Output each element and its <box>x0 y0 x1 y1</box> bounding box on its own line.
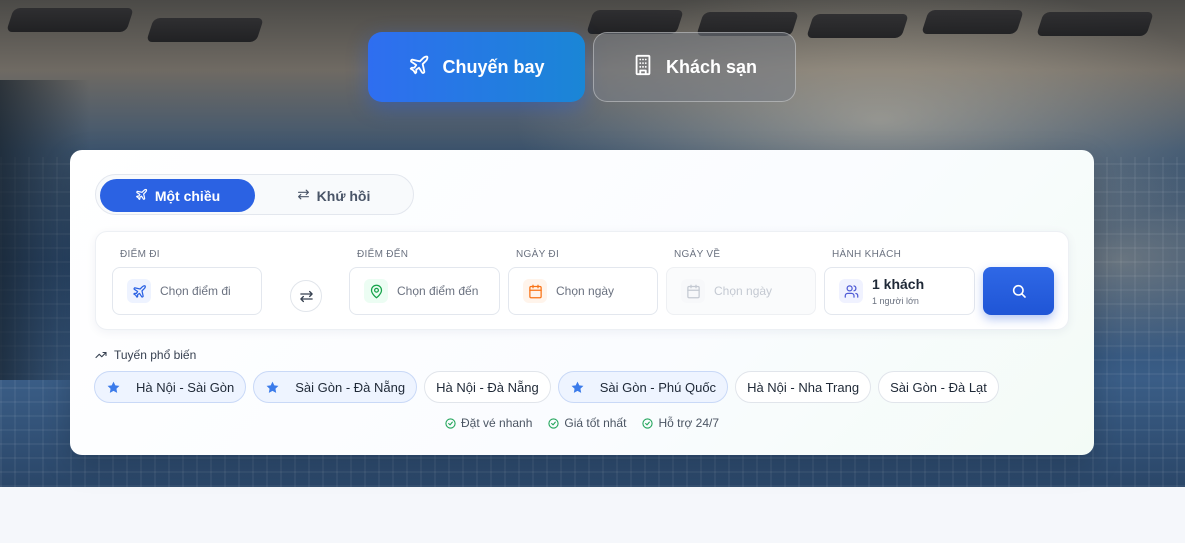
depart-date-field[interactable]: Chọn ngày <box>508 267 658 315</box>
popular-routes-list: Hà Nội - Sài Gòn Sài Gòn - Đà Nẵng Hà Nộ… <box>94 371 999 403</box>
feature-item: Đặt vé nhanh <box>445 416 532 430</box>
pool-lounger <box>921 10 1024 34</box>
tab-hotel[interactable]: Khách sạn <box>593 32 796 102</box>
popular-routes-heading: Tuyến phổ biến <box>95 348 196 362</box>
plane-icon <box>408 54 430 81</box>
one-way-label: Một chiều <box>154 187 221 204</box>
one-way-button[interactable]: Một chiều <box>100 179 255 212</box>
route-label: Sài Gòn - Đà Nẵng <box>295 379 406 395</box>
route-chip[interactable]: Sài Gòn - Đà Nẵng <box>253 371 418 403</box>
return-date-placeholder: Chọn ngày <box>714 284 773 298</box>
users-icon <box>839 279 863 303</box>
flight-search-card: Một chiều Khứ hồi ĐIỂM ĐI Chọn điểm đi Đ… <box>70 150 1094 455</box>
feature-label: Giá tốt nhất <box>564 416 627 430</box>
star-icon <box>570 380 592 395</box>
plane-icon <box>135 188 148 204</box>
origin-label: ĐIỂM ĐI <box>120 249 160 260</box>
tab-flight-label: Chuyến bay <box>442 56 545 77</box>
trip-type-toggle: Một chiều Khứ hồi <box>95 174 414 215</box>
pool-lounger <box>1036 12 1154 36</box>
passengers-label: HÀNH KHÁCH <box>832 249 902 260</box>
route-label: Hà Nội - Nha Trang <box>747 379 860 395</box>
calendar-icon <box>523 279 547 303</box>
star-icon <box>106 380 128 395</box>
pool-lounger <box>586 10 684 34</box>
feature-item: Giá tốt nhất <box>548 416 626 430</box>
route-label: Hà Nội - Sài Gòn <box>136 379 235 395</box>
building-icon <box>632 54 654 81</box>
route-chip[interactable]: Hà Nội - Sài Gòn <box>94 371 247 403</box>
destination-field[interactable]: Chọn điểm đến <box>349 267 500 315</box>
feature-item: Hỗ trợ 24/7 <box>642 416 719 430</box>
pool-lounger <box>146 18 264 42</box>
popular-routes-title: Tuyến phổ biến <box>114 348 197 362</box>
origin-placeholder: Chọn điểm đi <box>160 284 231 298</box>
check-circle-icon <box>642 417 654 429</box>
depart-date-placeholder: Chọn ngày <box>556 284 615 298</box>
swap-locations-button[interactable] <box>290 280 322 312</box>
star-icon <box>265 380 287 395</box>
route-label: Sài Gòn - Đà Lạt <box>890 379 987 395</box>
pool-lounger <box>6 8 134 32</box>
route-chip[interactable]: Hà Nội - Đà Nẵng <box>424 371 551 403</box>
map-pin-icon <box>364 279 388 303</box>
calendar-icon <box>681 279 705 303</box>
search-icon <box>1011 283 1027 299</box>
tab-hotel-label: Khách sạn <box>665 56 758 77</box>
check-circle-icon <box>445 417 456 429</box>
route-chip[interactable]: Sài Gòn - Đà Lạt <box>878 371 999 403</box>
destination-label: ĐIỂM ĐẾN <box>357 249 409 260</box>
feature-label: Hỗ trợ 24/7 <box>658 416 719 430</box>
plane-icon <box>127 279 151 303</box>
passengers-field[interactable]: 1 khách 1 người lớn <box>824 267 975 315</box>
search-fields-panel: ĐIỂM ĐI Chọn điểm đi ĐIỂM ĐẾN Chọn điểm … <box>95 231 1069 330</box>
feature-label: Đặt vé nhanh <box>461 416 533 430</box>
check-circle-icon <box>548 417 560 429</box>
trending-icon <box>95 349 107 361</box>
passengers-count: 1 khách <box>872 276 925 292</box>
feature-list: Đặt vé nhanh Giá tốt nhất Hỗ trợ 24/7 <box>70 416 1094 430</box>
search-button[interactable] <box>983 267 1054 315</box>
round-trip-button[interactable]: Khứ hồi <box>256 179 411 212</box>
swap-arrows-icon <box>299 289 314 304</box>
pool-lounger <box>806 14 909 38</box>
route-chip[interactable]: Sài Gòn - Phú Quốc <box>557 371 729 403</box>
round-trip-label: Khứ hồi <box>316 187 371 204</box>
swap-arrows-icon <box>297 188 310 204</box>
origin-field[interactable]: Chọn điểm đi <box>112 267 262 315</box>
destination-placeholder: Chọn điểm đến <box>397 284 479 298</box>
return-date-label: NGÀY VỀ <box>674 249 721 260</box>
passengers-detail: 1 người lớn <box>872 296 919 306</box>
return-date-field[interactable]: Chọn ngày <box>666 267 816 315</box>
route-label: Hà Nội - Đà Nẵng <box>436 379 539 395</box>
route-label: Sài Gòn - Phú Quốc <box>599 379 717 395</box>
tab-flight[interactable]: Chuyến bay <box>368 32 585 102</box>
route-chip[interactable]: Hà Nội - Nha Trang <box>735 371 872 403</box>
depart-date-label: NGÀY ĐI <box>516 249 560 260</box>
